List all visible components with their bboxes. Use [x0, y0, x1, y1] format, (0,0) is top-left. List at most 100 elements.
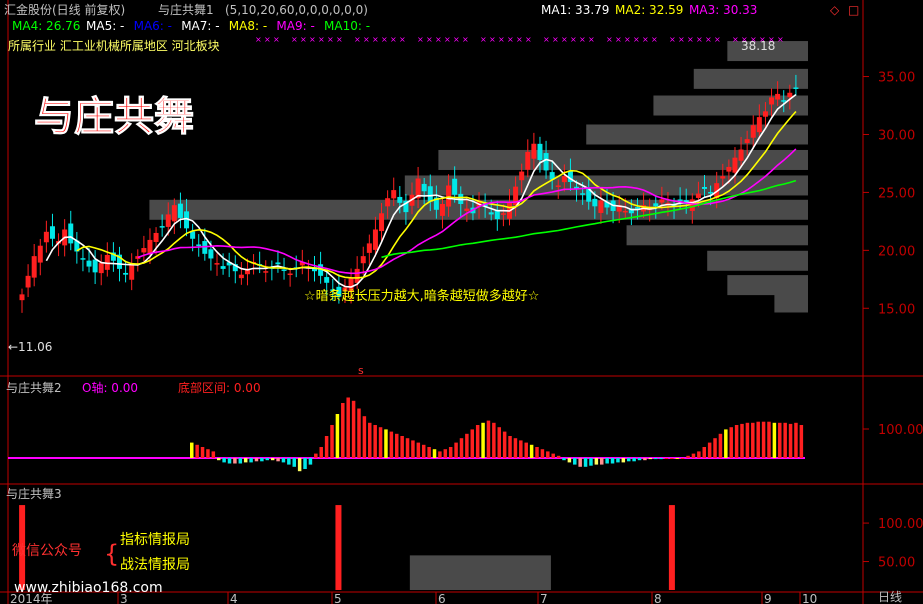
- panel2-bar-71: [573, 458, 577, 465]
- candle-body-78: [494, 210, 500, 220]
- panel3-tick-0: 50.00: [878, 556, 915, 571]
- panel2-bar-11: [249, 458, 253, 463]
- candle-body-71: [452, 178, 458, 195]
- panel2-bar-88: [664, 458, 669, 459]
- month-tick-7: 9: [764, 592, 772, 604]
- top-marker-6: ×: [309, 35, 316, 44]
- candle-body-99: [622, 210, 628, 213]
- candle-body-55: [354, 268, 360, 283]
- panel2-bar-24: [319, 447, 323, 458]
- candle-body-117: [732, 157, 738, 173]
- panel2-bar-81: [626, 458, 631, 462]
- panel2-bar-38: [395, 433, 399, 458]
- candle-body-123: [769, 97, 775, 105]
- panel2-bar-29: [346, 397, 350, 458]
- panel2-bar-106: [761, 421, 766, 458]
- panel2-bar-28: [341, 403, 345, 458]
- panel2-bar-23: [314, 453, 318, 458]
- volume-profile-bar-7: [626, 225, 808, 246]
- candle-body-116: [726, 166, 732, 172]
- candle-body-127: [793, 87, 799, 89]
- candle-body-28: [190, 231, 196, 239]
- candle-body-111: [695, 193, 701, 198]
- panel2-bar-56: [492, 422, 496, 458]
- month-tick-2: 4: [230, 592, 238, 604]
- candle-body-8: [68, 223, 74, 244]
- top-marker-28: ×: [507, 35, 514, 44]
- candle-body-18: [129, 264, 135, 280]
- candle-body-104: [653, 203, 659, 207]
- panel2-bar-36: [384, 429, 388, 458]
- panel2-bar-15: [270, 458, 275, 461]
- candle-body-115: [720, 176, 726, 179]
- panel2-bar-37: [389, 431, 394, 458]
- price-tick-4: 35.00: [878, 71, 915, 86]
- candle-body-92: [580, 193, 586, 195]
- candle-body-56: [360, 256, 366, 264]
- panel2-bar-112: [794, 422, 798, 458]
- panel2-bar-13: [260, 458, 264, 462]
- top-marker-26: ×: [489, 35, 496, 44]
- panel3-spike-1: [335, 505, 342, 590]
- candle-body-70: [446, 185, 452, 207]
- top-marker-2: ×: [273, 35, 280, 44]
- panel2-bar-30: [351, 400, 356, 458]
- ma-legend-right: MA1: 33.79 MA2: 32.59 MA3: 30.33: [541, 3, 757, 17]
- panel2-bar-46: [438, 451, 442, 458]
- panel2-bar-27: [335, 414, 340, 458]
- panel2-bar-105: [756, 421, 760, 458]
- panel2-bar-61: [519, 440, 523, 458]
- ma-right-3: MA3: 30.33: [689, 3, 757, 17]
- candle-body-25: [171, 205, 177, 222]
- candle-body-17: [123, 272, 129, 275]
- top-marker-29: ×: [516, 35, 523, 44]
- candle-body-5: [49, 226, 55, 239]
- s-marker: s: [358, 364, 364, 377]
- corner-square-icon[interactable]: □: [848, 3, 859, 17]
- top-marker-33: ×: [552, 35, 559, 44]
- panel2-bar-87: [659, 458, 663, 460]
- chart-canvas[interactable]: 汇金股份(日线 前复权) 与庄共舞1 (5,10,20,60,0,0,0,0,0…: [0, 0, 923, 604]
- candle-body-13: [98, 263, 104, 274]
- panel2-bar-91: [680, 458, 685, 459]
- panel2-bottom-zone: 底部区间: 0.00: [178, 380, 261, 395]
- volume-annotation: ☆暗条越长压力越大,暗条越短做多越好☆: [304, 288, 539, 304]
- chart-title: 汇金股份(日线 前复权): [4, 2, 125, 17]
- top-marker-30: ×: [525, 35, 532, 44]
- panel2-bar-69: [562, 458, 566, 461]
- panel2-bar-4: [211, 451, 216, 458]
- timeframe-label[interactable]: 日线: [878, 590, 902, 604]
- panel2-bar-94: [697, 451, 701, 458]
- candle-body-3: [37, 245, 43, 263]
- brace-glyph: {: [104, 540, 119, 568]
- panel2-bar-85: [648, 458, 653, 460]
- panel2-bar-111: [788, 423, 793, 458]
- panel2-bar-99: [724, 429, 728, 458]
- candle-body-32: [214, 263, 220, 265]
- panel2-bar-31: [357, 408, 361, 458]
- candle-body-105: [659, 199, 665, 203]
- panel2-bar-76: [600, 458, 604, 465]
- top-marker-1: ×: [264, 35, 271, 44]
- candle-body-82: [519, 171, 525, 181]
- month-tick-6: 8: [654, 592, 662, 604]
- candle-body-22: [153, 232, 159, 242]
- top-marker-15: ×: [390, 35, 397, 44]
- panel2-bar-55: [486, 420, 491, 458]
- candle-body-20: [141, 248, 147, 253]
- panel2-bar-72: [578, 458, 582, 467]
- corner-diamond-icon[interactable]: ◇: [830, 3, 840, 17]
- volume-profile-bar-9: [727, 275, 808, 296]
- panel2-bar-101: [734, 425, 739, 458]
- ma-row2-6: MA9: -: [276, 19, 314, 33]
- panel2-bar-45: [432, 449, 437, 458]
- candle-body-23: [159, 226, 165, 228]
- top-marker-11: ×: [354, 35, 361, 44]
- panel2-bar-95: [702, 447, 706, 458]
- candle-body-60: [385, 198, 391, 207]
- ma-row2-2: MA5: -: [86, 19, 124, 33]
- top-marker-16: ×: [399, 35, 406, 44]
- candle-body-121: [756, 117, 762, 133]
- brand-two: 战法情报局: [120, 557, 190, 573]
- panel2-bar-16: [276, 458, 280, 462]
